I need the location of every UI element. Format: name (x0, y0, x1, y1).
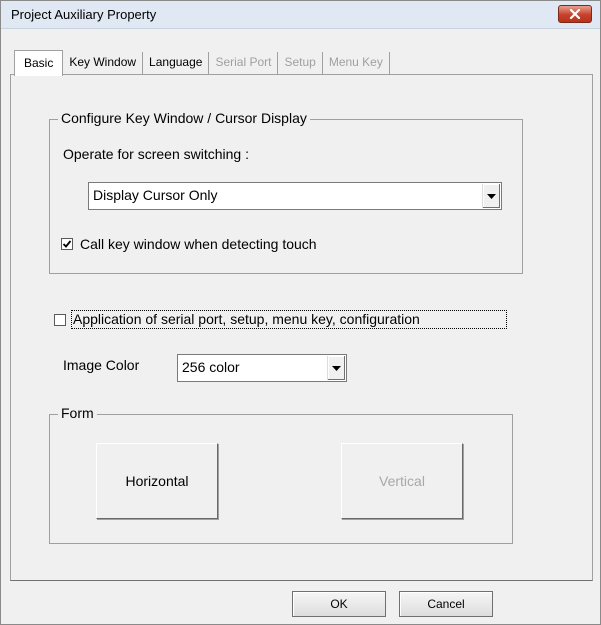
tab-key-window[interactable]: Key Window (63, 52, 144, 74)
chevron-down-icon (487, 193, 496, 199)
chevron-down-icon (332, 365, 341, 371)
serial-config-checkbox[interactable] (54, 314, 66, 326)
dialog-window: Project Auxiliary Property Basic Key Win… (0, 0, 601, 625)
checkmark-icon (62, 240, 72, 248)
tab-strip: Basic Key Window Language Serial Port Se… (14, 50, 390, 76)
image-color-value: 256 color (182, 359, 240, 375)
screen-switch-dropdown-button[interactable] (482, 184, 500, 208)
cancel-button[interactable]: Cancel (399, 591, 493, 617)
serial-config-label[interactable]: Application of serial port, setup, menu … (73, 311, 420, 327)
screen-switch-dropdown[interactable]: Display Cursor Only (88, 182, 502, 210)
tab-language[interactable]: Language (143, 52, 210, 74)
form-groupbox: Form Horizontal Vertical (49, 405, 513, 544)
key-window-group-title: Configure Key Window / Cursor Display (58, 110, 310, 126)
tab-basic[interactable]: Basic (14, 50, 64, 76)
tab-menu-key: Menu Key (322, 52, 390, 74)
vertical-button: Vertical (341, 443, 463, 519)
screen-switch-value: Display Cursor Only (93, 187, 218, 203)
window-title: Project Auxiliary Property (11, 7, 157, 22)
image-color-dropdown-button[interactable] (327, 356, 345, 380)
ok-button[interactable]: OK (292, 591, 386, 617)
call-key-window-checkbox[interactable] (61, 238, 73, 250)
screen-switch-label: Operate for screen switching : (63, 146, 249, 162)
title-bar[interactable]: Project Auxiliary Property (1, 1, 600, 29)
tab-setup: Setup (278, 52, 323, 74)
image-color-dropdown[interactable]: 256 color (177, 354, 347, 382)
image-color-label: Image Color (63, 357, 140, 373)
close-button[interactable] (558, 5, 592, 23)
close-icon (569, 9, 581, 19)
form-group-title: Form (58, 405, 97, 421)
tab-serial-port: Serial Port (209, 52, 279, 74)
horizontal-button[interactable]: Horizontal (96, 443, 218, 519)
key-window-groupbox: Configure Key Window / Cursor Display Op… (49, 110, 523, 274)
call-key-window-label[interactable]: Call key window when detecting touch (80, 236, 317, 252)
tab-panel-basic: Configure Key Window / Cursor Display Op… (10, 74, 593, 581)
